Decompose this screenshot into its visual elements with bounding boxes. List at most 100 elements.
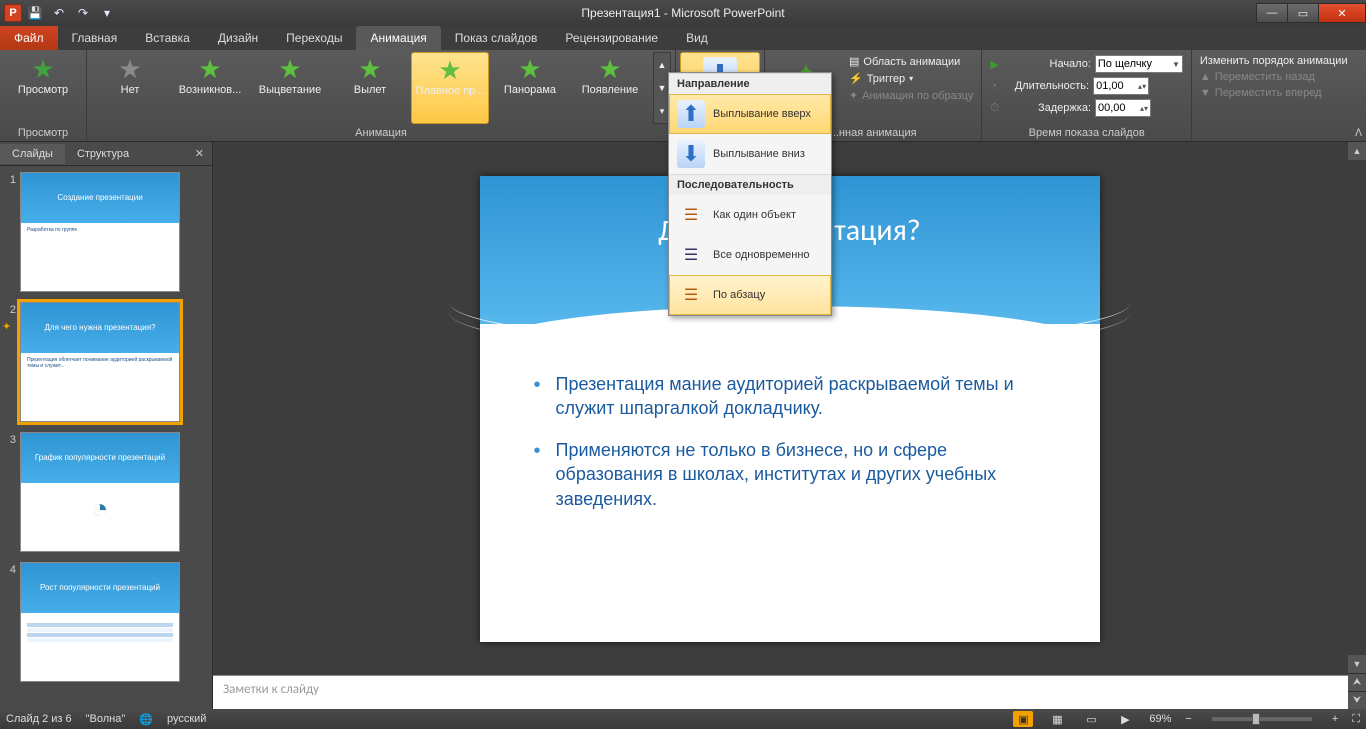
delay-icon: ⏱: [990, 102, 999, 115]
slide-body[interactable]: Презентация мание аудиторией раскрываемо…: [534, 372, 1052, 529]
scroll-down[interactable]: ▼: [1348, 655, 1366, 673]
bullet-1[interactable]: Презентация мание аудиторией раскрываемо…: [534, 372, 1052, 421]
effect-2[interactable]: ★Выцветание: [251, 52, 329, 124]
slide-thumbnail[interactable]: Создание презентацииРазработка по группе: [20, 172, 180, 292]
prev-slide-button[interactable]: ⮝: [1348, 673, 1366, 691]
zoom-level[interactable]: 69%: [1149, 713, 1171, 725]
pane-icon: ▤: [849, 55, 859, 68]
zoom-in-button[interactable]: +: [1332, 713, 1338, 725]
scroll-track[interactable]: [1348, 160, 1366, 655]
pane-tab-slides[interactable]: Слайды: [0, 144, 65, 164]
slide-thumbnail[interactable]: Рост популярности презентаций: [20, 562, 180, 682]
animation-pane-button[interactable]: ▤Область анимации: [845, 54, 977, 69]
trigger-button[interactable]: ⚡Триггер▾: [845, 71, 977, 86]
effect-label: Вылет: [354, 84, 386, 96]
option-by-paragraph[interactable]: ☰ По абзацу: [669, 275, 831, 315]
language-icon[interactable]: 🌐: [139, 713, 153, 726]
dropdown-section-direction: Направление: [669, 73, 831, 94]
scroll-up[interactable]: ▲: [1348, 142, 1366, 160]
app-icon[interactable]: P: [4, 4, 22, 22]
option-float-down[interactable]: ⬇ Выплывание вниз: [669, 134, 831, 174]
effect-label: Появление: [582, 84, 638, 96]
duration-label: Длительность:: [1001, 80, 1089, 92]
fit-to-window-button[interactable]: ⛶: [1352, 713, 1360, 726]
thumb-number: 4: [2, 562, 16, 682]
maximize-button[interactable]: ▭: [1287, 3, 1319, 23]
effect-5[interactable]: ★Панорама: [491, 52, 569, 124]
status-language[interactable]: русский: [167, 713, 206, 725]
star-icon: ★: [118, 56, 141, 82]
painter-icon: ✦: [849, 89, 858, 102]
ribbon-collapse-button[interactable]: ᐱ: [1355, 128, 1362, 139]
zoom-slider[interactable]: [1212, 717, 1312, 721]
start-combo[interactable]: По щелчку▼: [1095, 55, 1183, 73]
group-preview-label: Просмотр: [4, 126, 82, 141]
star-icon: ★: [358, 56, 381, 82]
vertical-scrollbar[interactable]: ▲ ▼ ⮝ ⮟: [1348, 142, 1366, 709]
tab-review[interactable]: Рецензирование: [551, 26, 672, 50]
view-sorter-button[interactable]: ▦: [1047, 711, 1067, 727]
option-as-one-object[interactable]: ☰ Как один объект: [669, 195, 831, 235]
view-slideshow-button[interactable]: ▶: [1115, 711, 1135, 727]
thumbnails[interactable]: 1Создание презентацииРазработка по групп…: [0, 166, 212, 709]
pane-close-button[interactable]: ✕: [187, 147, 212, 160]
view-normal-button[interactable]: ▣: [1013, 711, 1033, 727]
start-label: Начало:: [1003, 58, 1091, 70]
effect-label: Возникнов...: [179, 84, 242, 96]
option-all-at-once[interactable]: ☰ Все одновременно: [669, 235, 831, 275]
pane-tab-outline[interactable]: Структура: [65, 144, 141, 164]
duration-row: ◔ Длительность: 01,00▴▾: [986, 76, 1186, 96]
preview-label: Просмотр: [18, 84, 68, 96]
star-icon: ★: [438, 57, 461, 83]
list-icon: ☰: [677, 201, 705, 229]
group-timing: ▶ Начало: По щелчку▼ ◔ Длительность: 01,…: [982, 50, 1191, 141]
slide-thumbnail[interactable]: Для чего нужна презентация?Презентация о…: [20, 302, 180, 422]
tab-transitions[interactable]: Переходы: [272, 26, 356, 50]
zoom-out-button[interactable]: −: [1185, 713, 1191, 725]
thumb-row-4[interactable]: 4Рост популярности презентаций: [2, 562, 208, 682]
effect-1[interactable]: ★Возникнов...: [171, 52, 249, 124]
tab-home[interactable]: Главная: [58, 26, 132, 50]
notes-pane[interactable]: Заметки к слайду: [213, 675, 1348, 709]
dropdown-section-sequence: Последовательность: [669, 174, 831, 195]
option-float-up[interactable]: ⬆ Выплывание вверх: [669, 94, 831, 134]
pane-tabs: Слайды Структура ✕: [0, 142, 212, 166]
effect-0[interactable]: ★Нет: [91, 52, 169, 124]
qat-customize[interactable]: ▾: [96, 3, 118, 23]
tab-animation[interactable]: Анимация: [356, 26, 440, 50]
zoom-knob[interactable]: [1252, 713, 1260, 725]
tab-design[interactable]: Дизайн: [204, 26, 272, 50]
preview-button[interactable]: ★ Просмотр: [4, 52, 82, 124]
start-row: ▶ Начало: По щелчку▼: [986, 54, 1186, 74]
group-reorder: Изменить порядок анимации ▲Переместить н…: [1192, 50, 1356, 141]
window-controls: — ▭ ✕: [1257, 3, 1366, 23]
thumb-row-1[interactable]: 1Создание презентацииРазработка по групп…: [2, 172, 208, 292]
start-icon: ▶: [990, 58, 998, 71]
thumb-row-2[interactable]: 2✦Для чего нужна презентация?Презентация…: [2, 302, 208, 422]
tab-insert[interactable]: Вставка: [131, 26, 204, 50]
minimize-button[interactable]: —: [1256, 3, 1288, 23]
effect-6[interactable]: ★Появление: [571, 52, 649, 124]
undo-button[interactable]: ↶: [48, 3, 70, 23]
redo-button[interactable]: ↷: [72, 3, 94, 23]
effect-3[interactable]: ★ Вылет: [331, 52, 409, 124]
tab-view[interactable]: Вид: [672, 26, 722, 50]
group-animation-label: Анимация: [91, 126, 671, 141]
arrow-down-icon: ⬇: [677, 140, 705, 168]
trigger-icon: ⚡: [849, 72, 863, 85]
thumb-number: 1: [2, 172, 16, 292]
tab-slideshow[interactable]: Показ слайдов: [441, 26, 552, 50]
save-button[interactable]: 💾: [24, 3, 46, 23]
duration-icon: ◔: [990, 80, 997, 92]
view-reading-button[interactable]: ▭: [1081, 711, 1101, 727]
tab-file[interactable]: Файл: [0, 26, 58, 50]
next-slide-button[interactable]: ⮟: [1348, 691, 1366, 709]
duration-spinner[interactable]: 01,00▴▾: [1093, 77, 1149, 95]
bullet-2[interactable]: Применяются не только в бизнесе, но и сф…: [534, 438, 1052, 511]
effect-4[interactable]: ★Плавное пр...: [411, 52, 489, 124]
group-animation: ★Нет★Возникнов...★Выцветание★Вылет★Плавн…: [87, 50, 676, 141]
delay-spinner[interactable]: 00,00▴▾: [1095, 99, 1151, 117]
close-button[interactable]: ✕: [1318, 3, 1366, 23]
slide-thumbnail[interactable]: График популярности презентаций◔: [20, 432, 180, 552]
thumb-row-3[interactable]: 3График популярности презентаций◔: [2, 432, 208, 552]
